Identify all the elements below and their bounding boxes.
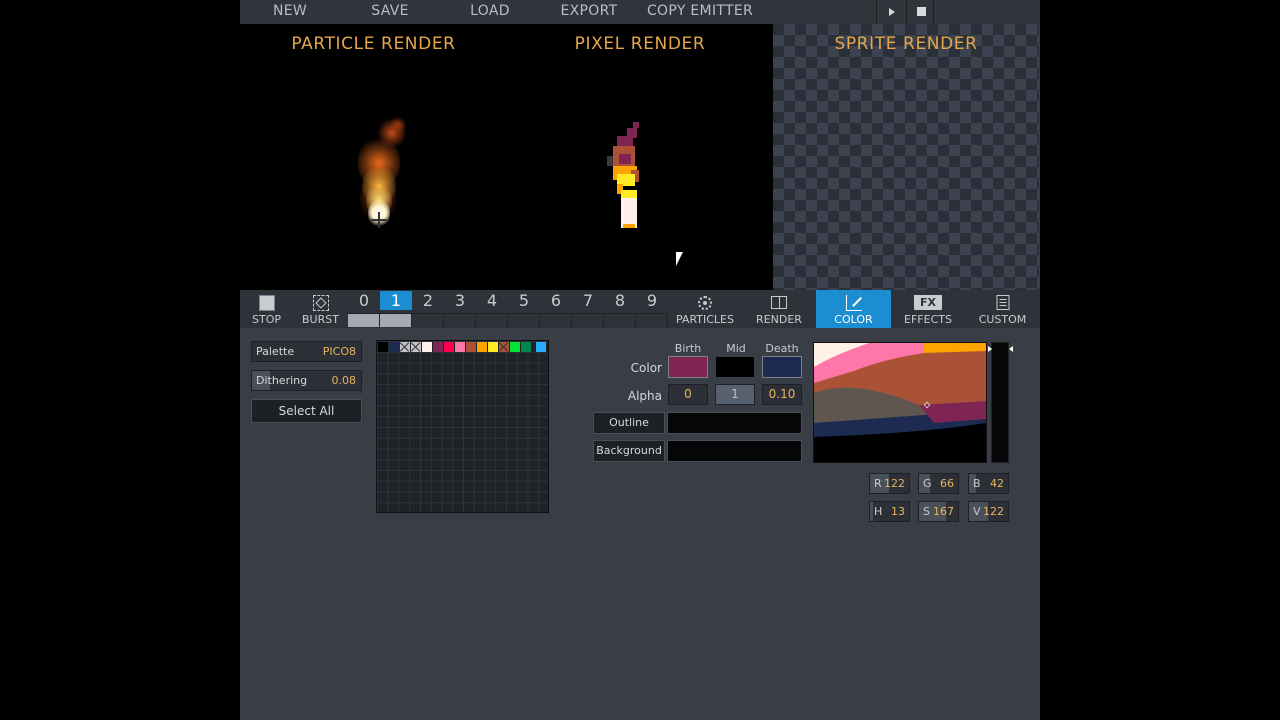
- render-icon: [771, 296, 787, 309]
- outline-button[interactable]: Outline: [593, 412, 665, 434]
- palette-swatch[interactable]: [444, 342, 454, 352]
- fx-icon: FX: [914, 295, 942, 310]
- color-row-label: Color: [630, 361, 662, 375]
- death-header: Death: [765, 342, 799, 355]
- emitter-slot-5[interactable]: 5: [508, 290, 540, 328]
- value-field[interactable]: V 122: [968, 501, 1009, 522]
- emitter-slot-1[interactable]: 1: [380, 290, 412, 328]
- stop-emitter-button[interactable]: STOP: [240, 290, 293, 328]
- palette-swatch[interactable]: [433, 342, 443, 352]
- pixel-render-title: PIXEL RENDER: [574, 34, 706, 54]
- toolbar: STOP BURST 0 1 2 3 4 5 6 7 8 9 PARTICLES…: [240, 290, 1040, 328]
- color-gradient-preview[interactable]: [813, 342, 987, 463]
- alpha-birth-field[interactable]: 0: [668, 384, 708, 405]
- emitter-slot-8[interactable]: 8: [604, 290, 636, 328]
- select-all-button[interactable]: Select All: [251, 399, 362, 423]
- stop-playback-button[interactable]: [906, 0, 934, 24]
- tab-custom[interactable]: CUSTOM: [965, 290, 1040, 328]
- burst-icon: [312, 295, 329, 311]
- mid-color-swatch[interactable]: [715, 356, 755, 378]
- red-channel-field[interactable]: R 122: [869, 473, 910, 494]
- alpha-strip[interactable]: [988, 342, 1013, 463]
- palette-selector[interactable]: Palette PICO8: [251, 341, 362, 362]
- tab-color[interactable]: COLOR: [816, 290, 891, 328]
- alpha-mid-field[interactable]: 1: [715, 384, 755, 405]
- alpha-row-label: Alpha: [627, 389, 662, 403]
- emitter-crosshair-icon[interactable]: [371, 212, 387, 228]
- emitter-slot-9[interactable]: 9: [636, 290, 668, 328]
- stop-square-icon: [258, 295, 275, 311]
- pixel-render-panel[interactable]: PIXEL RENDER: [507, 24, 773, 290]
- play-button[interactable]: [876, 0, 904, 24]
- birth-color-swatch[interactable]: [668, 356, 708, 378]
- menu-copy-emitter[interactable]: COPY EMITTER: [642, 0, 758, 24]
- alpha-marker-right-icon[interactable]: [1009, 346, 1013, 352]
- palette-swatch[interactable]: [466, 342, 476, 352]
- menu-bar: NEW SAVE LOAD EXPORT COPY EMITTER: [240, 0, 1040, 24]
- palette-swatch[interactable]: [499, 342, 509, 352]
- alpha-death-field[interactable]: 0.10: [762, 384, 802, 405]
- color-picker-icon: [845, 295, 862, 311]
- background-color-field[interactable]: [667, 440, 802, 462]
- menu-export[interactable]: EXPORT: [554, 0, 624, 24]
- menu-load[interactable]: LOAD: [460, 0, 520, 24]
- gradient-preview-graphic: [814, 343, 986, 462]
- dithering-slider[interactable]: Dithering 0.08: [251, 370, 362, 391]
- emitter-slot-3[interactable]: 3: [444, 290, 476, 328]
- burst-button[interactable]: BURST: [293, 290, 348, 328]
- saturation-field[interactable]: S 167: [918, 501, 959, 522]
- sprite-render-title: SPRITE RENDER: [834, 34, 978, 54]
- death-color-swatch[interactable]: [762, 356, 802, 378]
- menu-new[interactable]: NEW: [260, 0, 320, 24]
- blue-channel-field[interactable]: B 42: [968, 473, 1009, 494]
- palette-swatch[interactable]: [488, 342, 498, 352]
- hue-field[interactable]: H 13: [869, 501, 910, 522]
- palette-swatch[interactable]: [455, 342, 465, 352]
- emitter-slot-4[interactable]: 4: [476, 290, 508, 328]
- particles-icon: [698, 296, 712, 310]
- tab-effects[interactable]: FX EFFECTS: [891, 290, 965, 328]
- mouse-cursor-icon: [676, 252, 683, 266]
- palette-swatch[interactable]: [521, 342, 531, 352]
- outline-color-field[interactable]: [667, 412, 802, 434]
- emitter-slot-7[interactable]: 7: [572, 290, 604, 328]
- palette-swatch[interactable]: [510, 342, 520, 352]
- alpha-marker-left-icon[interactable]: [988, 346, 992, 352]
- green-channel-field[interactable]: G 66: [918, 473, 959, 494]
- emitter-slot-0[interactable]: 0: [348, 290, 380, 328]
- emitter-slot-6[interactable]: 6: [540, 290, 572, 328]
- palette-swatch[interactable]: [536, 342, 546, 352]
- particle-render-panel[interactable]: PARTICLE RENDER: [240, 24, 507, 290]
- palette-swatch[interactable]: [422, 342, 432, 352]
- palette-swatch[interactable]: [389, 342, 399, 352]
- particle-render-title: PARTICLE RENDER: [291, 34, 456, 54]
- play-icon: [889, 8, 895, 16]
- palette-swatch[interactable]: [400, 342, 410, 352]
- custom-script-icon: [996, 295, 1009, 310]
- particle-editor-app: NEW SAVE LOAD EXPORT COPY EMITTER PARTIC…: [240, 0, 1040, 720]
- palette-swatch[interactable]: [411, 342, 421, 352]
- tab-particles[interactable]: PARTICLES: [668, 290, 742, 328]
- palette-grid[interactable]: [376, 340, 549, 513]
- menu-save[interactable]: SAVE: [360, 0, 420, 24]
- palette-swatch[interactable]: [477, 342, 487, 352]
- mid-header: Mid: [726, 342, 746, 355]
- stop-icon: [917, 7, 926, 16]
- palette-swatch[interactable]: [378, 342, 388, 352]
- birth-header: Birth: [674, 342, 702, 355]
- emitter-slot-2[interactable]: 2: [412, 290, 444, 328]
- background-button[interactable]: Background: [593, 440, 665, 462]
- tab-render[interactable]: RENDER: [742, 290, 816, 328]
- sprite-render-panel[interactable]: SPRITE RENDER: [773, 24, 1039, 290]
